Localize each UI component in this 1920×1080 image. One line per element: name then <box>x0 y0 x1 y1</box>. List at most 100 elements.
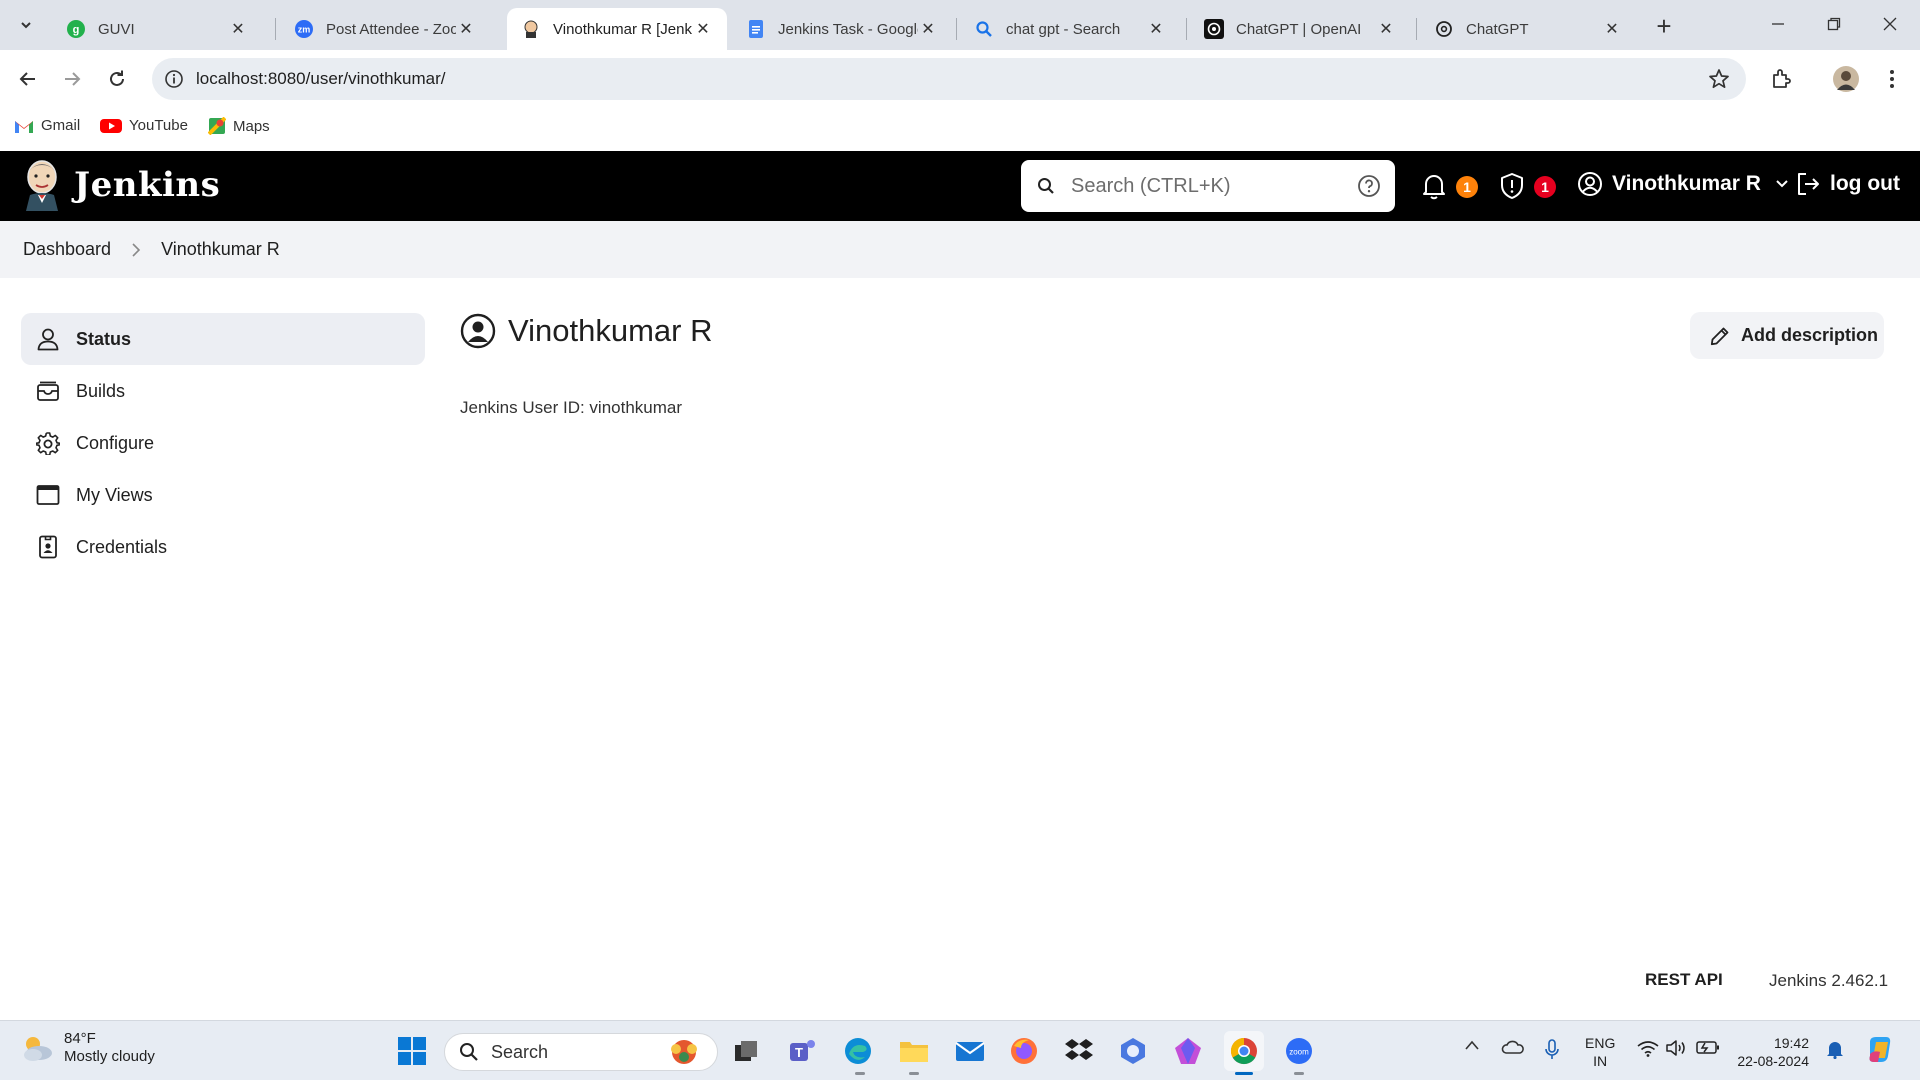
tab-title: Jenkins Task - Google Docs <box>778 20 918 38</box>
reload-button[interactable] <box>101 63 133 95</box>
add-description-button[interactable]: Add description <box>1690 312 1884 359</box>
logout-link[interactable]: log out <box>1795 171 1900 197</box>
wifi-icon[interactable] <box>1637 1039 1659 1057</box>
breadcrumb-user[interactable]: Vinothkumar R <box>161 239 280 260</box>
minimize-button[interactable] <box>1750 0 1806 48</box>
breadcrumb: Dashboard Vinothkumar R <box>0 221 1920 278</box>
tab-chatgpt-openai[interactable]: ChatGPT | OpenAI ✕ <box>1190 8 1410 50</box>
tab-google-docs[interactable]: Jenkins Task - Google Docs ✕ <box>732 8 952 50</box>
mail-icon[interactable] <box>950 1031 990 1071</box>
chevron-up-icon[interactable] <box>1464 1039 1480 1051</box>
chrome-icon[interactable] <box>1224 1031 1264 1071</box>
tab-divider <box>275 18 276 40</box>
extensions-icon[interactable] <box>1765 63 1797 95</box>
notifications-bell-icon[interactable] <box>1421 172 1447 200</box>
teams-icon[interactable]: T <box>782 1031 822 1071</box>
close-window-button[interactable] <box>1862 0 1918 48</box>
breadcrumb-dashboard[interactable]: Dashboard <box>23 239 111 260</box>
close-tab-icon[interactable]: ✕ <box>918 19 938 39</box>
new-tab-button[interactable]: + <box>1650 11 1678 41</box>
taskbar-search-label: Search <box>491 1041 549 1062</box>
user-menu[interactable]: Vinothkumar R <box>1577 171 1789 197</box>
tab-divider <box>1416 18 1417 40</box>
bookmark-maps[interactable]: Maps <box>208 117 270 135</box>
browser-menu-icon[interactable] <box>1876 63 1908 95</box>
profile-avatar[interactable] <box>1830 63 1862 95</box>
onedrive-icon[interactable] <box>1501 1039 1525 1055</box>
bookmark-label: Maps <box>233 117 270 135</box>
close-tab-icon[interactable]: ✕ <box>1146 19 1166 39</box>
close-tab-icon[interactable]: ✕ <box>228 19 248 39</box>
search-icon <box>1037 177 1055 200</box>
taskbar-search-box[interactable]: Search <box>444 1033 718 1071</box>
battery-icon[interactable] <box>1696 1039 1720 1055</box>
sidebar-item-status[interactable]: Status <box>21 313 425 365</box>
jenkins-home-link[interactable]: Jenkins <box>22 159 220 211</box>
rest-api-link[interactable]: REST API <box>1645 970 1723 990</box>
gem-app-icon[interactable] <box>1168 1031 1208 1071</box>
jenkins-version-link[interactable]: Jenkins 2.462.1 <box>1769 971 1888 991</box>
back-button[interactable] <box>12 63 44 95</box>
tab-jenkins-user[interactable]: Vinothkumar R [Jenkins] ✕ <box>507 8 727 50</box>
volume-icon[interactable] <box>1665 1039 1687 1057</box>
address-bar[interactable]: localhost:8080/user/vinothkumar/ <box>152 58 1746 100</box>
close-tab-icon[interactable]: ✕ <box>1376 19 1396 39</box>
add-description-label: Add description <box>1741 325 1879 345</box>
sidebar-item-builds[interactable]: Builds <box>21 365 425 417</box>
bookmark-star-icon[interactable] <box>1708 68 1730 95</box>
bookmark-youtube[interactable]: YouTube <box>100 117 188 134</box>
windows-start-icon[interactable] <box>392 1031 432 1071</box>
task-view-icon[interactable] <box>726 1031 766 1071</box>
jenkins-header: Jenkins 1 1 Vinothkumar R log out <box>0 151 1920 221</box>
copilot-icon[interactable] <box>1864 1034 1896 1066</box>
side-panel: Status Builds Configure My Views Credent… <box>21 313 425 573</box>
dropbox-icon[interactable] <box>1059 1031 1099 1071</box>
youtube-icon <box>100 118 122 134</box>
help-icon[interactable] <box>1357 174 1381 203</box>
browser-toolbar: localhost:8080/user/vinothkumar/ <box>0 50 1920 108</box>
tab-bing-search[interactable]: chat gpt - Search ✕ <box>960 8 1180 50</box>
restore-button[interactable] <box>1806 0 1862 48</box>
close-tab-icon[interactable]: ✕ <box>1602 19 1622 39</box>
edge-icon[interactable] <box>838 1031 878 1071</box>
tab-guvi[interactable]: g GUVI ✕ <box>52 8 262 50</box>
close-tab-icon[interactable]: ✕ <box>456 19 476 39</box>
site-info-icon[interactable] <box>164 69 184 94</box>
pencil-icon <box>1710 326 1730 346</box>
firefox-icon[interactable] <box>1004 1031 1044 1071</box>
security-shield-icon[interactable] <box>1499 172 1525 200</box>
zoom-app-icon[interactable]: zoom <box>1279 1031 1319 1071</box>
clock-time: 19:42 <box>1773 1035 1809 1051</box>
jenkins-search-box[interactable] <box>1021 160 1395 212</box>
tab-title: GUVI <box>98 20 135 38</box>
close-tab-icon[interactable]: ✕ <box>693 19 713 39</box>
forward-button[interactable] <box>56 63 88 95</box>
tab-zoom[interactable]: zm Post Attendee - Zoom ✕ <box>280 8 490 50</box>
sidebar-item-label: Builds <box>76 380 126 401</box>
notification-bell-icon[interactable] <box>1826 1039 1844 1059</box>
bookmark-gmail[interactable]: Gmail <box>14 117 80 134</box>
search-input[interactable] <box>1071 170 1341 202</box>
cloudy-weather-icon <box>20 1033 54 1063</box>
sidebar-item-label: My Views <box>76 484 153 505</box>
tab-search-chevron-icon[interactable] <box>12 11 40 39</box>
weather-widget[interactable]: 84°F Mostly cloudy <box>20 1030 155 1066</box>
sidebar-item-credentials[interactable]: Credentials <box>21 521 425 573</box>
running-indicator <box>909 1072 919 1075</box>
copilot-app-icon[interactable] <box>1113 1031 1153 1071</box>
file-explorer-icon[interactable] <box>894 1031 934 1071</box>
jenkins-icon <box>521 19 541 39</box>
language-region: IN <box>1593 1053 1608 1069</box>
system-clock[interactable]: 19:42 22-08-2024 <box>1737 1034 1809 1070</box>
search-highlight-icon <box>665 1037 703 1067</box>
sidebar-item-configure[interactable]: Configure <box>21 417 425 469</box>
tab-chatgpt[interactable]: ChatGPT ✕ <box>1420 8 1636 50</box>
window-icon <box>35 482 61 508</box>
microphone-icon[interactable] <box>1544 1039 1560 1061</box>
sidebar-item-label: Credentials <box>76 536 168 557</box>
url-text: localhost:8080/user/vinothkumar/ <box>196 69 446 88</box>
security-badge: 1 <box>1534 176 1556 198</box>
language-indicator[interactable]: ENG IN <box>1585 1034 1615 1070</box>
sidebar-item-my-views[interactable]: My Views <box>21 469 425 521</box>
user-id-text: Jenkins User ID: vinothkumar <box>460 398 683 417</box>
